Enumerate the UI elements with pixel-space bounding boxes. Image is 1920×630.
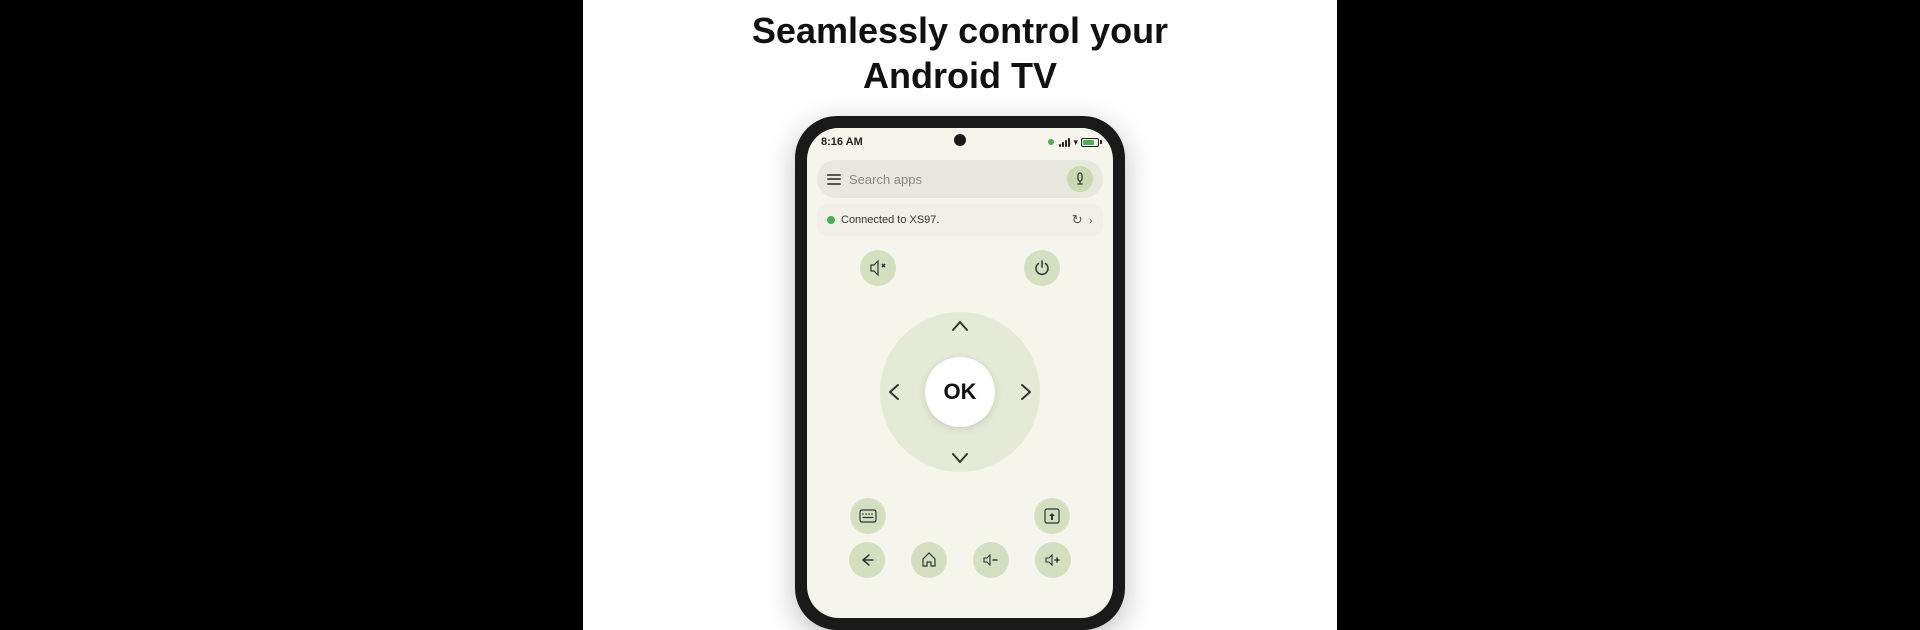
wifi-icon: ▾ (1073, 137, 1078, 148)
signal-bars-icon (1059, 137, 1070, 147)
status-green-dot (1048, 139, 1054, 145)
remote-area: OK (807, 244, 1113, 618)
phone-camera (954, 134, 966, 146)
dpad-up-button[interactable] (944, 310, 976, 342)
keyboard-button[interactable] (850, 498, 886, 534)
search-placeholder: Search apps (849, 172, 1067, 187)
center-panel: Seamlessly control your Android TV 8:16 … (583, 0, 1337, 630)
dpad-down-button[interactable] (944, 442, 976, 474)
status-icons: ▾ (1048, 137, 1099, 148)
dpad-right-button[interactable] (1010, 376, 1042, 408)
touchpad-button[interactable] (1034, 498, 1070, 534)
mute-button[interactable] (860, 250, 896, 286)
ok-label: OK (944, 379, 977, 405)
phone-frame: 8:16 AM ▾ Search apps (795, 116, 1125, 630)
status-time: 8:16 AM (821, 136, 863, 148)
vol-down-button[interactable] (973, 542, 1009, 578)
headline-text: Seamlessly control your Android TV (752, 8, 1168, 98)
right-panel (1337, 0, 1920, 630)
connected-dot (827, 216, 835, 224)
phone-screen: 8:16 AM ▾ Search apps (807, 128, 1113, 618)
power-button[interactable] (1024, 250, 1060, 286)
dpad-ok-button[interactable]: OK (925, 357, 995, 427)
left-panel (0, 0, 583, 630)
bottom-row (845, 542, 1075, 578)
battery-fill (1083, 140, 1094, 145)
vol-up-button[interactable] (1035, 542, 1071, 578)
connected-text: Connected to XS97. (841, 214, 1072, 226)
connected-bar: Connected to XS97. ↻ › (817, 204, 1103, 236)
home-button[interactable] (911, 542, 947, 578)
dpad-container: OK (860, 292, 1060, 492)
dpad-left-button[interactable] (878, 376, 910, 408)
remote-icon[interactable] (1067, 166, 1093, 192)
search-bar[interactable]: Search apps (817, 160, 1103, 198)
chevron-right-icon[interactable]: › (1089, 212, 1093, 228)
battery-icon (1081, 138, 1099, 147)
hamburger-icon (827, 174, 841, 185)
connected-actions: ↻ › (1072, 212, 1093, 228)
headline-line2: Android TV (863, 55, 1057, 96)
refresh-icon[interactable]: ↻ (1072, 212, 1083, 228)
headline-line1: Seamlessly control your (752, 10, 1168, 51)
back-button[interactable] (849, 542, 885, 578)
